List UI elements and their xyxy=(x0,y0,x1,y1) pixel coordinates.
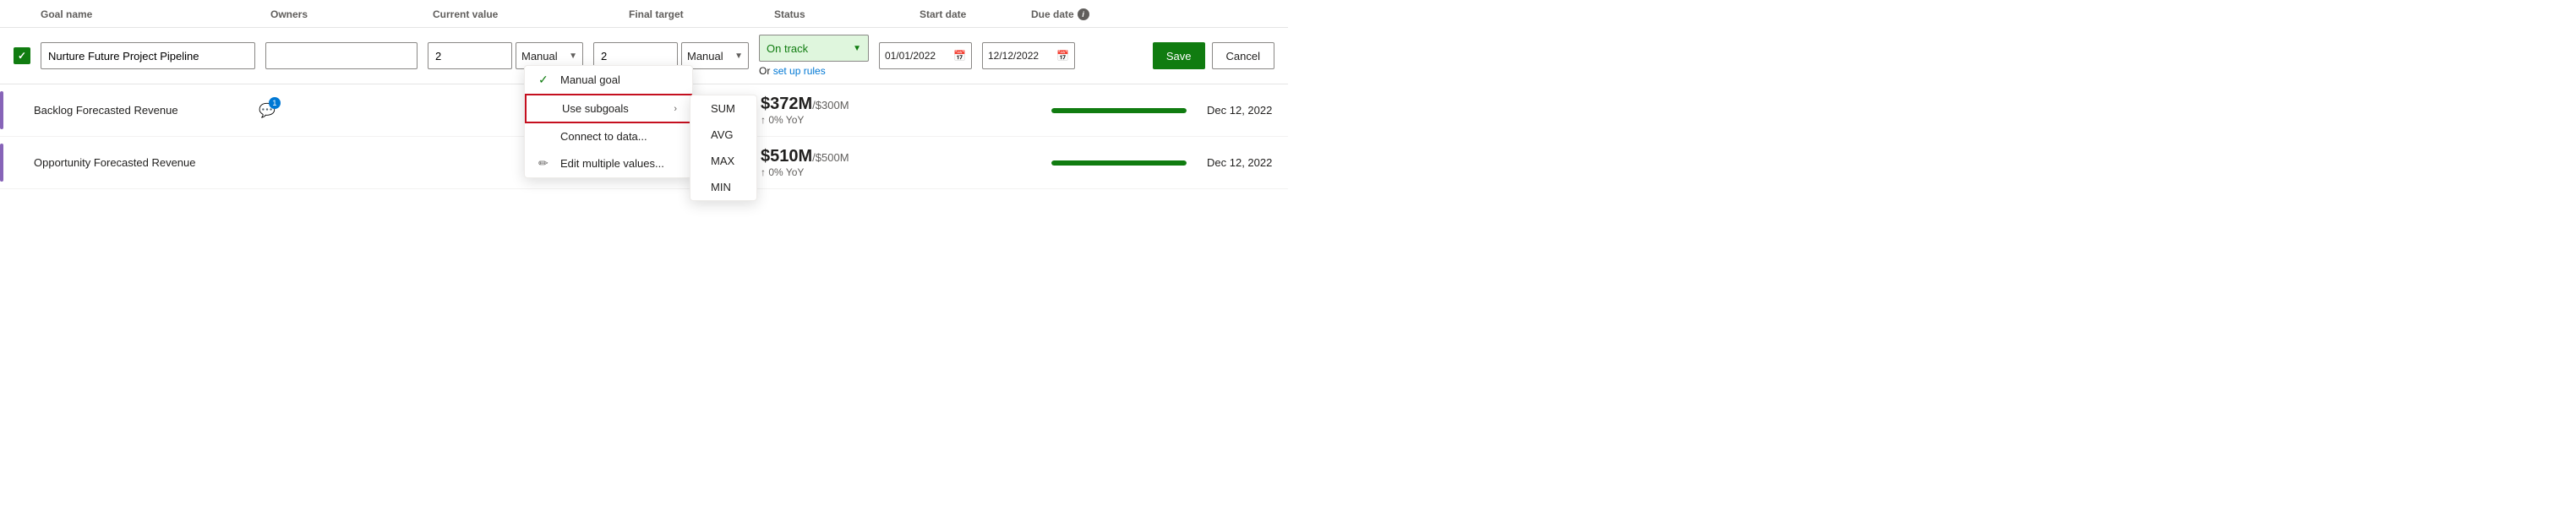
backlog-right: $372M/$300M ↑ 0% YoY Dec 12, 2022 xyxy=(761,95,1274,126)
dropdown-menu: ✓ Manual goal Use subgoals › SUM AVG MAX… xyxy=(524,65,693,178)
opportunity-target-val: /$500M xyxy=(812,151,849,164)
owners-input[interactable] xyxy=(265,42,418,69)
goal-name-header: Goal name xyxy=(41,8,260,20)
start-date-header: Start date xyxy=(920,8,1021,20)
or-setup-text: Or set up rules xyxy=(759,65,869,77)
opportunity-goal-name: Opportunity Forecasted Revenue xyxy=(34,156,248,169)
current-method-caret: ▼ xyxy=(569,52,577,61)
opportunity-left-col: Opportunity Forecasted Revenue xyxy=(14,156,402,169)
status-dropdown[interactable]: On track ▼ xyxy=(759,35,869,62)
opportunity-due-date: Dec 12, 2022 xyxy=(1207,156,1274,169)
backlog-target-val: /$300M xyxy=(812,99,849,111)
dropdown-item-edit-multiple[interactable]: ✏ Edit multiple values... xyxy=(525,149,692,177)
opportunity-current-val: $510M xyxy=(761,147,812,166)
backlog-current-val: $372M xyxy=(761,95,812,113)
current-value-input[interactable] xyxy=(428,42,512,69)
goals-table: Goal name Owners Current value Final tar… xyxy=(0,0,1288,264)
opportunity-yoy: ↑ 0% YoY xyxy=(761,166,1031,178)
due-date-header: Due date i xyxy=(1031,8,1132,20)
set-up-rules-link[interactable]: set up rules xyxy=(773,65,826,77)
cancel-button[interactable]: Cancel xyxy=(1212,42,1274,69)
check-icon: ✓ xyxy=(538,73,552,87)
final-target-header: Final target xyxy=(629,8,764,20)
submenu-min[interactable]: MIN xyxy=(690,174,756,200)
dropdown-item-connect-to-data[interactable]: Connect to data... xyxy=(525,123,692,149)
start-date-input[interactable]: 01/01/2022 📅 xyxy=(879,42,972,69)
backlog-comment-icon[interactable]: 💬 1 xyxy=(259,102,276,119)
target-method-caret: ▼ xyxy=(734,52,743,61)
due-date-input[interactable]: 12/12/2022 📅 xyxy=(982,42,1075,69)
subgoals-arrow-icon: › xyxy=(674,104,677,114)
opportunity-progress-fill xyxy=(1051,160,1187,166)
backlog-metric: $372M/$300M ↑ 0% YoY xyxy=(761,95,1031,126)
subgoals-submenu: SUM AVG MAX MIN xyxy=(690,95,757,201)
header-row: Goal name Owners Current value Final tar… xyxy=(0,0,1288,28)
action-buttons: Save Cancel xyxy=(1153,42,1274,69)
save-button[interactable]: Save xyxy=(1153,42,1205,69)
row-checkbox[interactable] xyxy=(14,47,30,64)
opportunity-progress-bar xyxy=(1051,160,1187,166)
current-value-header: Current value xyxy=(433,8,619,20)
status-column: On track ▼ Or set up rules xyxy=(759,35,869,77)
dropdown-item-manual-goal[interactable]: ✓ Manual goal xyxy=(525,66,692,94)
owners-header: Owners xyxy=(270,8,423,20)
backlog-progress-bg xyxy=(1051,108,1187,113)
goal-name-input[interactable] xyxy=(41,42,255,69)
due-date-calendar-icon: 📅 xyxy=(1056,50,1069,62)
backlog-due-date: Dec 12, 2022 xyxy=(1207,104,1274,117)
backlog-progress-fill xyxy=(1051,108,1187,113)
backlog-left-col: Backlog Forecasted Revenue 💬 1 xyxy=(14,102,402,119)
dropdown-item-use-subgoals[interactable]: Use subgoals › SUM AVG MAX MIN xyxy=(525,94,692,123)
opportunity-progress-bg xyxy=(1051,160,1187,166)
submenu-max[interactable]: MAX xyxy=(690,148,756,174)
start-date-calendar-icon: 📅 xyxy=(953,50,966,62)
status-caret-icon: ▼ xyxy=(853,44,861,53)
status-header: Status xyxy=(774,8,909,20)
submenu-sum[interactable]: SUM xyxy=(690,95,756,122)
opportunity-metric: $510M/$500M ↑ 0% YoY xyxy=(761,147,1031,178)
submenu-avg[interactable]: AVG xyxy=(690,122,756,148)
backlog-comment-badge: 1 xyxy=(269,97,281,109)
edit-row: Manual ▼ Manual ▼ On track ▼ Or set up r… xyxy=(0,28,1288,84)
due-date-info-icon[interactable]: i xyxy=(1078,8,1089,20)
pencil-icon: ✏ xyxy=(538,156,552,171)
backlog-progress-bar xyxy=(1051,108,1187,113)
backlog-yoy: ↑ 0% YoY xyxy=(761,114,1031,126)
backlog-goal-name: Backlog Forecasted Revenue xyxy=(34,104,248,117)
